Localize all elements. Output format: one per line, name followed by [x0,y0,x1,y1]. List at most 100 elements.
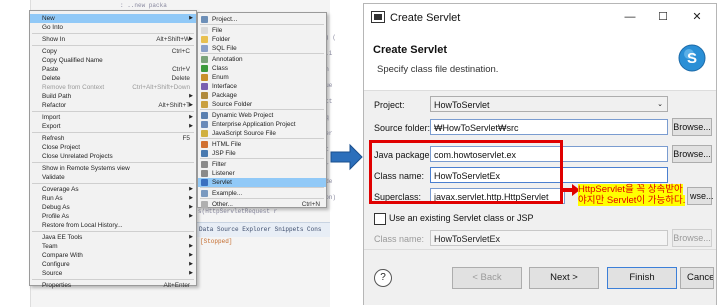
minimize-button[interactable]: — [619,9,641,25]
submenu-item-label: Folder [212,36,231,43]
menu-separator [32,45,194,46]
browse-existing-button[interactable]: Browse... [672,229,712,247]
menu-item[interactable]: Close Project [30,143,196,152]
context-menu[interactable]: New ▶ Go Into Show In Alt+Shift+W ▶ Copy Ctrl+C… [29,10,197,289]
source-folder-field[interactable]: ₩HowToServlet₩src [430,119,668,135]
menu-item[interactable]: Paste Ctrl+V [30,65,196,74]
menu-item[interactable]: Debug As ▶ [30,203,196,212]
menu-item[interactable]: Import ▶ [30,113,196,122]
use-existing-checkbox[interactable] [374,213,386,225]
browse-package-button[interactable]: Browse... [672,145,712,163]
menu-item-label: Restore from Local History... [42,222,123,229]
item-icon [201,201,208,208]
submenu-item[interactable]: JavaScript Source File [198,129,326,138]
submenu-item[interactable]: Folder [198,35,326,44]
menu-item[interactable]: Copy Qualified Name [30,56,196,65]
menu-item[interactable]: Close Unrelated Projects [30,152,196,161]
menu-item[interactable]: Restore from Local History... [30,221,196,230]
submenu-item[interactable]: Filter [198,160,326,169]
close-button[interactable]: ✕ [686,9,708,25]
menu-item[interactable]: Go Into [30,23,196,32]
submenu-item[interactable]: Example... [198,189,326,198]
submenu-item[interactable]: Interface [198,82,326,91]
existing-class-name-field[interactable]: HowToServletEx [430,230,668,246]
menu-item[interactable]: Show in Remote Systems view [30,164,196,173]
menu-separator [32,231,194,232]
bottom-views-label: Data Source Explorer Snippets Cons [199,226,322,233]
finish-button[interactable]: Finish [607,267,677,289]
menu-item[interactable]: Source ▶ [30,269,196,278]
project-combo[interactable]: HowToServlet ⌄ [430,96,668,112]
menu-item[interactable]: Refactor Alt+Shift+T ▶ [30,101,196,110]
item-icon [201,150,208,157]
menu-item[interactable]: Compare With ▶ [30,251,196,260]
menu-item-shortcut: Ctrl+V [172,66,190,73]
menu-item[interactable]: Configure ▶ [30,260,196,269]
menu-item-shortcut: F5 [182,135,190,142]
submenu-item[interactable]: Servlet [198,178,326,187]
submenu-item[interactable]: File [198,26,326,35]
menu-item-label: New [42,15,55,22]
item-icon [201,121,208,128]
submenu-item[interactable]: Dynamic Web Project [198,111,326,120]
window-title: Create Servlet [390,12,461,24]
menu-item[interactable]: Export ▶ [30,122,196,131]
menu-item[interactable]: Validate [30,173,196,182]
menu-item[interactable]: Copy Ctrl+C [30,47,196,56]
maximize-button[interactable]: ☐ [652,9,674,25]
package-explorer-strip [0,0,31,307]
menu-item[interactable]: Team ▶ [30,242,196,251]
cancel-button[interactable]: Cancel [680,267,714,289]
new-submenu[interactable]: Project... File Folder SQL File Annotation Cl… [197,12,327,208]
next-button[interactable]: Next > [529,267,599,289]
menu-item-label: Configure [42,261,70,268]
submenu-item-label: Class [212,65,228,72]
submenu-item[interactable]: Annotation [198,55,326,64]
menu-item-shortcut: Alt+Shift+W [156,36,190,43]
browse-superclass-button[interactable]: wse... [687,187,714,205]
bottom-views-tabs[interactable]: Data Source Explorer Snippets Cons [195,222,330,237]
submenu-item-label: JSP File [212,150,236,157]
menu-item-label: Source [42,270,63,277]
menu-item[interactable]: Remove from Context Ctrl+Alt+Shift+Down [30,83,196,92]
menu-item[interactable]: Properties Alt+Enter [30,281,196,290]
use-existing-label: Use an existing Servlet class or JSP [389,213,534,223]
menu-item[interactable]: Java EE Tools ▶ [30,233,196,242]
submenu-item[interactable]: HTML File [198,140,326,149]
highlight-box [369,140,563,204]
menu-item[interactable]: Profile As ▶ [30,212,196,221]
menu-item[interactable]: Delete Delete [30,74,196,83]
menu-item[interactable]: Coverage As ▶ [30,185,196,194]
item-icon [201,16,208,23]
submenu-item[interactable]: SQL File [198,44,326,53]
chevron-right-icon: ▶ [189,252,193,258]
menu-item[interactable]: Run As ▶ [30,194,196,203]
help-icon[interactable]: ? [374,269,392,287]
menu-item[interactable]: Refresh F5 [30,134,196,143]
submenu-item[interactable]: JSP File [198,149,326,158]
submenu-item[interactable]: Package [198,91,326,100]
submenu-item[interactable]: Project... [198,15,326,24]
menu-item[interactable]: New ▶ [30,14,196,23]
menu-item-label: Validate [42,174,65,181]
menu-item-shortcut: Alt+Enter [163,282,190,289]
menu-item-shortcut: Delete [171,75,190,82]
menu-item-label: Refresh [42,135,65,142]
submenu-item[interactable]: Listener [198,169,326,178]
browse-source-folder-button[interactable]: Browse... [672,118,712,136]
submenu-item[interactable]: Enum [198,73,326,82]
submenu-item[interactable]: Source Folder [198,100,326,109]
submenu-item-label: Example... [212,190,243,197]
submenu-item[interactable]: Class [198,64,326,73]
wizard-header: Create Servlet Specify class file destin… [364,30,716,91]
submenu-item[interactable]: Enterprise Application Project [198,120,326,129]
submenu-item[interactable]: Other... Ctrl+N [198,200,326,209]
menu-item[interactable]: Show In Alt+Shift+W ▶ [30,35,196,44]
chevron-right-icon: ▶ [189,93,193,99]
window-app-icon [371,11,385,23]
menu-item-label: Profile As [42,213,69,220]
menu-item[interactable]: Build Path ▶ [30,92,196,101]
chevron-down-icon: ⌄ [657,101,663,108]
back-button[interactable]: < Back [452,267,522,289]
menu-item-label: Paste [42,66,59,73]
